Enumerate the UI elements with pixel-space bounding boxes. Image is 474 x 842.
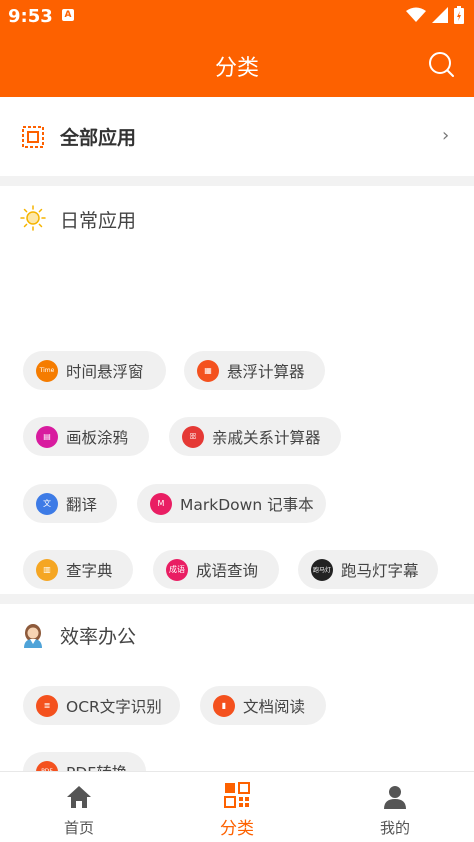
category-icon — [224, 782, 250, 808]
profile-icon — [384, 786, 406, 809]
markdown-notebook-icon: M — [150, 492, 172, 515]
ocr-icon: ≣ — [36, 694, 58, 717]
wifi-icon — [406, 7, 426, 22]
app-chip-label: PDF转换 — [66, 761, 127, 772]
drawing-board-icon: ▤ — [36, 425, 58, 448]
app-chip-label: 时间悬浮窗 — [66, 362, 144, 381]
status-time: 9:53 — [8, 6, 53, 27]
tab-label-home: 首页 — [63, 819, 94, 837]
relatives-calculator-icon: ꕥ — [182, 425, 204, 448]
all-apps-label: 全部应用 — [60, 127, 137, 149]
app-chip-document-reader[interactable]: ▮ 文档阅读 — [200, 686, 326, 725]
apps-grid-icon — [22, 126, 44, 148]
app-header: 9:53 A 分类 — [0, 0, 474, 97]
calculator-icon: ▦ — [197, 359, 219, 382]
app-chip-label: 查字典 — [66, 561, 113, 580]
all-apps-row[interactable]: 全部应用 › — [0, 97, 474, 176]
app-chip-idiom-search[interactable]: 成语 成语查询 — [153, 550, 279, 589]
app-chip-label: 翻译 — [66, 495, 98, 514]
section-title-daily: 日常应用 — [60, 210, 137, 232]
app-chip-label: 成语查询 — [196, 561, 259, 580]
battery-icon — [454, 6, 464, 24]
tab-label-category: 分类 — [220, 819, 254, 839]
signal-icon — [432, 7, 448, 23]
status-icons — [406, 6, 464, 24]
app-chip-label: OCR文字识别 — [66, 697, 162, 716]
app-chip-marquee[interactable]: 跑马灯 跑马灯字幕 — [298, 550, 438, 589]
daily-apps-section: 日常应用 Time 时间悬浮窗 ▦ 悬浮计算器 ▤ 画板涂鸦 ꕥ 亲戚关系计算器文翻译 M Mar… — [0, 186, 474, 655]
bottom-tab-bar: 首页 分类 我的 — [0, 771, 474, 842]
app-chip-label: 文档阅读 — [243, 697, 306, 716]
page-title: 分类 — [214, 56, 259, 81]
notification-icon: A — [62, 9, 74, 21]
app-chip-ocr[interactable]: ≣ OCR文字识别 — [23, 686, 180, 725]
app-chip-label: 悬浮计算器 — [227, 362, 305, 381]
app-chip-dictionary[interactable]: ▥ 查字典 — [23, 550, 133, 589]
marquee-icon: 跑马灯 — [311, 558, 333, 581]
tab-profile[interactable]: 我的 — [316, 772, 474, 842]
category-content[interactable]: 全部应用 › 日常应用 Time 时间悬浮窗 ▦ 悬浮计算器 ▤ 画板涂鸦 ꕥ 亲戚关系计算器… — [0, 97, 474, 771]
app-chip-label: 跑马灯字幕 — [341, 561, 419, 580]
pdf-convert-icon: PDF — [36, 760, 58, 771]
sun-icon — [20, 205, 46, 231]
tab-category[interactable]: 分类 — [158, 772, 316, 842]
app-chip-pdf-convert[interactable]: PDF PDF转换 — [23, 752, 146, 771]
home-icon — [67, 786, 91, 808]
tab-label-profile: 我的 — [379, 819, 410, 837]
search-icon[interactable] — [428, 51, 454, 77]
translate-icon: 文 — [36, 492, 58, 515]
app-chip-label: MarkDown 记事本 — [180, 495, 314, 514]
status-bar: 9:53 A — [0, 0, 474, 32]
document-reader-icon: ▮ — [213, 694, 235, 717]
app-chip-label: 亲戚关系计算器 — [212, 428, 321, 447]
office-apps-section: 效率办公 ≣ OCR文字识别 ▮ 文档阅读 PDF PDF转换 — [0, 604, 474, 771]
app-chip-calculator[interactable]: ▦ 悬浮计算器 — [184, 351, 325, 390]
office-worker-icon — [24, 624, 42, 648]
idiom-search-icon: 成语 — [166, 558, 188, 581]
tab-home[interactable]: 首页 — [0, 772, 158, 842]
app-chip-markdown-notebook[interactable]: M MarkDown 记事本 — [137, 484, 326, 523]
app-chip-translate[interactable]: 文翻译 — [23, 484, 117, 523]
app-chip-relatives-calculator[interactable]: ꕥ 亲戚关系计算器 — [169, 417, 341, 456]
app-chip-label: 画板涂鸦 — [66, 428, 129, 447]
section-title-office: 效率办公 — [60, 626, 137, 648]
dictionary-icon: ▥ — [36, 558, 58, 581]
clock-float-icon: Time — [36, 359, 58, 382]
chevron-right-icon: › — [442, 125, 450, 146]
app-chip-drawing-board[interactable]: ▤ 画板涂鸦 — [23, 417, 149, 456]
app-chip-clock-float[interactable]: Time 时间悬浮窗 — [23, 351, 166, 390]
